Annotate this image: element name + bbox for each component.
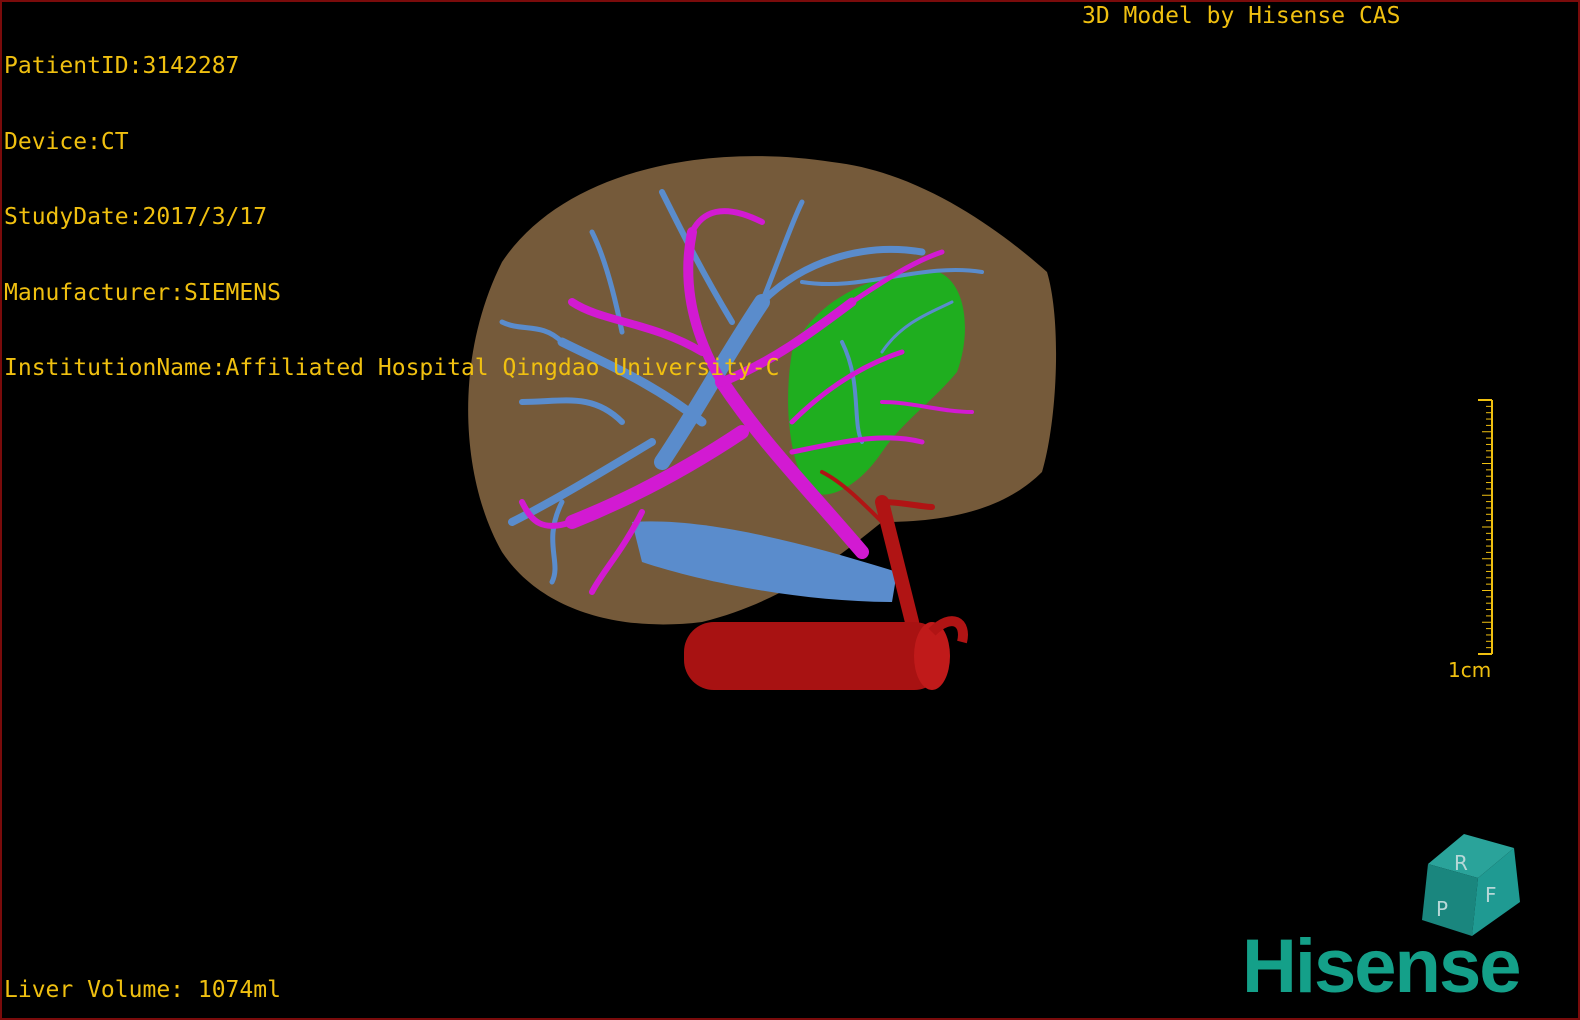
aorta-end-cap (914, 622, 950, 690)
cube-face-r: R (1454, 851, 1468, 875)
orientation-cube[interactable]: R F P (1422, 834, 1520, 936)
scale-label: 1cm (1448, 658, 1492, 682)
manufacturer: Manufacturer:SIEMENS (4, 279, 281, 306)
dicom-info-overlay: PatientID:3142287 Device:CT StudyDate:20… (4, 4, 779, 432)
hisense-logo: Hisense (1242, 924, 1521, 1009)
cube-face-f: F (1485, 883, 1497, 907)
patient-id: PatientID:3142287 (4, 53, 240, 79)
liver-volume: Liver Volume: 1074ml (4, 977, 281, 1003)
device: Device:CT (4, 128, 129, 155)
model-brand-title: 3D Model by Hisense CAS (1082, 3, 1401, 29)
scale-bar (1478, 399, 1493, 655)
study-date: StudyDate:2017/3/17 (4, 204, 268, 230)
institution-name: InstitutionName:Affiliated Hospital Qing… (4, 355, 780, 381)
aorta (684, 622, 944, 690)
3d-render-viewport[interactable]: R F P PatientID:3142287 Device:CT StudyD… (0, 0, 1580, 1020)
cube-face-p: P (1436, 897, 1448, 921)
